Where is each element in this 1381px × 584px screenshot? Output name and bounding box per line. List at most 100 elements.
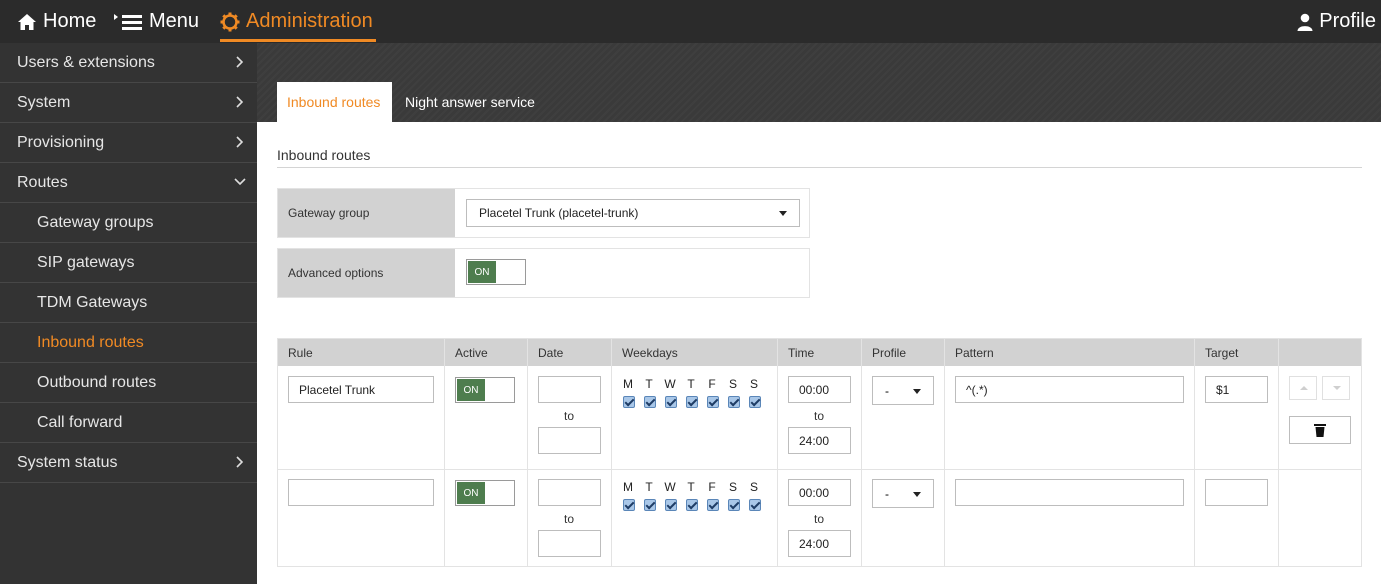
weekday-label-mon: M: [623, 377, 633, 391]
time-to-input[interactable]: 24:00: [788, 530, 851, 557]
chevron-right-icon: [236, 56, 244, 68]
chevron-right-icon: [236, 136, 244, 148]
caret-down-icon: [913, 389, 921, 394]
date-to-label: to: [564, 409, 575, 423]
toggle-on-label: ON: [468, 261, 496, 283]
weekday-checkbox-mon[interactable]: [623, 396, 635, 408]
weekday-checkbox-sat[interactable]: [728, 396, 740, 408]
profile-link[interactable]: Profile: [1297, 0, 1376, 43]
column-divider: [1194, 339, 1195, 566]
profile-select[interactable]: -: [872, 376, 934, 405]
weekday-label-sat: S: [728, 377, 737, 391]
sidebar: Users & extensions System Provisioning R…: [0, 43, 257, 584]
weekday-label-sat: S: [728, 480, 737, 494]
row-divider: [278, 469, 1361, 470]
main-content: Inbound routes Night answer service Inbo…: [257, 43, 1381, 584]
target-input[interactable]: $1: [1205, 376, 1268, 403]
home-link[interactable]: Home: [17, 0, 96, 43]
rule-input[interactable]: [288, 479, 434, 506]
time-from-input[interactable]: 00:00: [788, 376, 851, 403]
sidebar-item-gateway-groups[interactable]: Gateway groups: [0, 203, 257, 243]
menu-button[interactable]: Menu: [113, 0, 199, 43]
sidebar-item-tdm-gateways[interactable]: TDM Gateways: [0, 283, 257, 323]
weekday-checkbox-tue[interactable]: [644, 396, 656, 408]
time-to-input[interactable]: 24:00: [788, 427, 851, 454]
user-icon: [1297, 13, 1313, 31]
weekday-checkbox-sat[interactable]: [728, 499, 740, 511]
sidebar-item-system-status[interactable]: System status: [0, 443, 257, 483]
table-header: Rule Active Date Weekdays Time Profile P…: [278, 339, 1361, 366]
profile-value: -: [885, 383, 889, 398]
date-to-input[interactable]: [538, 530, 601, 557]
sidebar-item-outbound-routes[interactable]: Outbound routes: [0, 363, 257, 403]
administration-label: Administration: [246, 10, 373, 32]
routes-table: Rule Active Date Weekdays Time Profile P…: [277, 338, 1362, 567]
weekday-checkbox-mon[interactable]: [623, 499, 635, 511]
column-divider: [944, 339, 945, 566]
top-bar: Home Menu Administration Profile: [0, 0, 1381, 43]
move-down-button[interactable]: [1322, 376, 1350, 400]
sidebar-item-label: Gateway groups: [37, 213, 154, 231]
sidebar-item-inbound-routes[interactable]: Inbound routes: [0, 323, 257, 363]
advanced-options-row: Advanced options ON: [277, 248, 810, 298]
move-up-button[interactable]: [1289, 376, 1317, 400]
weekday-checkbox-wed[interactable]: [665, 499, 677, 511]
date-to-input[interactable]: [538, 427, 601, 454]
weekday-label-thu: T: [687, 377, 695, 391]
date-from-input[interactable]: [538, 376, 601, 403]
profile-select[interactable]: -: [872, 479, 934, 508]
column-divider: [1278, 339, 1279, 566]
gateway-group-label: Gateway group: [278, 189, 455, 237]
sidebar-item-label: Outbound routes: [37, 373, 157, 391]
active-nav-underline: [220, 39, 376, 42]
caret-down-icon: [779, 211, 787, 216]
tab-header: Inbound routes Night answer service: [257, 43, 1381, 122]
time-from-input[interactable]: 00:00: [788, 479, 851, 506]
sidebar-item-provisioning[interactable]: Provisioning: [0, 123, 257, 163]
rule-input[interactable]: Placetel Trunk: [288, 376, 434, 403]
advanced-options-label: Advanced options: [278, 249, 455, 297]
header-weekdays: Weekdays: [622, 345, 678, 360]
header-active: Active: [455, 345, 488, 360]
active-toggle[interactable]: ON: [455, 377, 515, 403]
pattern-input[interactable]: [955, 479, 1184, 506]
header-target: Target: [1205, 345, 1239, 360]
toggle-on-label: ON: [457, 482, 485, 504]
delete-row-button[interactable]: [1289, 416, 1351, 444]
weekday-checkbox-wed[interactable]: [665, 396, 677, 408]
gateway-group-select[interactable]: Placetel Trunk (placetel-trunk): [466, 199, 800, 227]
weekday-checkbox-tue[interactable]: [644, 499, 656, 511]
sidebar-item-label: Call forward: [37, 413, 123, 431]
sidebar-item-label: System: [17, 93, 71, 111]
header-time: Time: [788, 345, 815, 360]
sidebar-item-system[interactable]: System: [0, 83, 257, 123]
tab-night-answer-service[interactable]: Night answer service: [395, 82, 545, 122]
weekday-label-fri: F: [708, 480, 716, 494]
weekday-checkbox-thu[interactable]: [686, 396, 698, 408]
target-input[interactable]: [1205, 479, 1268, 506]
advanced-options-toggle[interactable]: ON: [466, 259, 526, 285]
tab-inbound-routes[interactable]: Inbound routes: [277, 82, 392, 122]
home-label: Home: [43, 10, 97, 32]
pattern-input[interactable]: ^(.*): [955, 376, 1184, 403]
administration-link[interactable]: Administration: [220, 0, 373, 43]
gear-icon: [220, 12, 240, 31]
trash-icon: [1314, 424, 1326, 437]
sidebar-item-routes[interactable]: Routes: [0, 163, 257, 203]
weekday-checkbox-thu[interactable]: [686, 499, 698, 511]
weekday-checkbox-sun[interactable]: [749, 396, 761, 408]
sidebar-item-sip-gateways[interactable]: SIP gateways: [0, 243, 257, 283]
weekday-checkbox-fri[interactable]: [707, 396, 719, 408]
sidebar-item-label: Users & extensions: [17, 53, 155, 71]
section-title: Inbound routes: [277, 147, 371, 163]
column-divider: [861, 339, 862, 566]
weekday-label-thu: T: [687, 480, 695, 494]
weekday-checkbox-fri[interactable]: [707, 499, 719, 511]
sidebar-item-users-extensions[interactable]: Users & extensions: [0, 43, 257, 83]
weekday-label-sun: S: [749, 480, 758, 494]
sidebar-item-call-forward[interactable]: Call forward: [0, 403, 257, 443]
active-toggle[interactable]: ON: [455, 480, 515, 506]
date-from-input[interactable]: [538, 479, 601, 506]
chevron-down-icon: [234, 178, 246, 186]
weekday-checkbox-sun[interactable]: [749, 499, 761, 511]
